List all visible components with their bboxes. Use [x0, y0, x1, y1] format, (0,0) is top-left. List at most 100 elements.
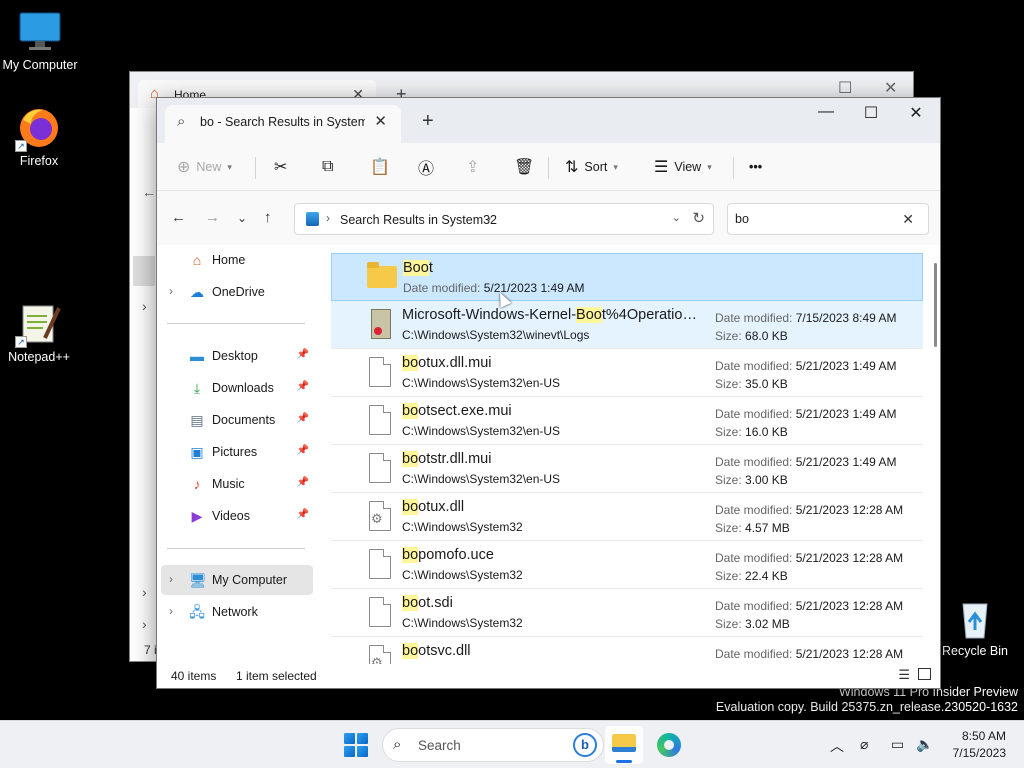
back-button[interactable]: ←	[171, 209, 186, 226]
sidebar-item-onedrive[interactable]: › ☁ OneDrive	[161, 277, 313, 307]
show-hidden-icons-icon[interactable]: ︿	[830, 736, 844, 756]
chevron-right-icon[interactable]: ›	[169, 604, 173, 618]
toolbar-divider	[548, 157, 549, 179]
sidebar-divider	[167, 323, 305, 324]
bing-icon[interactable]: b	[573, 733, 597, 757]
taskbar-file-explorer[interactable]	[605, 726, 643, 764]
display-icon[interactable]: ▭	[891, 736, 904, 753]
pin-icon[interactable]: 📌	[297, 477, 309, 488]
sidebar-item-label: Desktop	[212, 349, 258, 363]
sidebar-item-label: My Computer	[212, 573, 288, 587]
list-item[interactable]: bootsect.exe.mui C:\Windows\System32\en-…	[331, 397, 923, 445]
pin-icon[interactable]: 📌	[297, 413, 309, 424]
sidebar-item-label: Pictures	[212, 445, 258, 459]
close-tab-icon[interactable]: ✕	[374, 112, 387, 130]
search-value[interactable]: bo	[735, 212, 749, 226]
chevron-down-icon[interactable]: ⌄	[672, 211, 681, 224]
close-window-icon[interactable]: ✕	[884, 78, 897, 98]
tiles-view-icon[interactable]	[918, 668, 931, 680]
breadcrumb-search-results[interactable]: Search Results in System32	[340, 213, 497, 227]
rename-button[interactable]: Ⓐ	[418, 155, 434, 179]
sidebar-item-videos[interactable]: ▶ Videos 📌	[161, 501, 313, 531]
sidebar-item-downloads[interactable]: ⤓ Downloads 📌	[161, 373, 313, 403]
cut-button[interactable]: ✂	[274, 155, 287, 179]
tab-search-results[interactable]: ⌕ bo - Search Results in System32 ✕	[165, 105, 401, 143]
taskbar-search[interactable]: ⌕ Search b	[382, 728, 604, 762]
titlebar[interactable]: ⌕ bo - Search Results in System32 ✕ + — …	[157, 98, 940, 143]
minimize-button[interactable]: —	[811, 103, 841, 121]
start-button[interactable]	[344, 733, 368, 757]
file-path: C:\Windows\System32\en-US	[402, 376, 561, 390]
sidebar-item-network[interactable]: › 🖧 Network	[161, 597, 313, 627]
pin-icon[interactable]: 📌	[297, 509, 309, 520]
search-input[interactable]: bo ✕	[727, 203, 929, 235]
volume-icon[interactable]: 🔈	[916, 736, 933, 753]
sidebar-item-label: Downloads	[212, 381, 274, 395]
maximize-button[interactable]: ☐	[856, 103, 886, 123]
monitor-icon	[18, 10, 62, 54]
chevron-right-icon: ›	[142, 584, 147, 600]
pin-icon[interactable]: 📌	[297, 381, 309, 392]
list-item[interactable]: ⚙ bootux.dll C:\Windows\System32 Date mo…	[331, 493, 923, 541]
copy-icon: ⧉	[322, 158, 334, 175]
list-item[interactable]: bootstr.dll.mui C:\Windows\System32\en-U…	[331, 445, 923, 493]
file-date: Date modified: 5/21/2023 1:49 AM	[715, 455, 897, 469]
recent-locations-button[interactable]: ⌄	[237, 211, 247, 225]
paste-button[interactable]: 📋	[370, 155, 390, 179]
maximize-icon[interactable]: ☐	[838, 78, 852, 98]
file-name: bootstr.dll.mui	[402, 451, 492, 467]
taskbar: ⌕ Search b ︿ ⌀ ▭ 🔈 8:50 AM 7/15/2023	[0, 720, 1024, 768]
details-view-icon[interactable]: ☰	[898, 667, 910, 683]
plus-circle-icon: ⊕	[177, 159, 191, 176]
file-icon	[365, 597, 395, 629]
sidebar-item-home[interactable]: ⌂ Home	[161, 245, 313, 275]
sidebar-item-label: Music	[212, 477, 245, 491]
new-button[interactable]: ⊕ New ▾	[177, 155, 232, 179]
sidebar-item-label: Network	[212, 605, 258, 619]
pin-icon[interactable]: 📌	[297, 445, 309, 456]
sort-label: Sort	[584, 160, 608, 174]
firefox-icon: ↗	[15, 106, 61, 152]
sidebar-item-my-computer[interactable]: › 🖥 My Computer	[161, 565, 313, 595]
refresh-icon[interactable]: ↻	[692, 209, 705, 227]
delete-button[interactable]: 🗑	[514, 155, 534, 179]
chevron-right-icon[interactable]: ›	[169, 284, 173, 298]
up-button[interactable]: ↑	[264, 209, 272, 226]
breadcrumb-separator[interactable]: ›	[487, 211, 491, 225]
sort-button[interactable]: ⇅ Sort ▾	[565, 155, 618, 179]
clear-search-icon[interactable]: ✕	[902, 211, 914, 228]
desktop-icon-label: My Computer	[2, 58, 78, 72]
new-tab-button[interactable]: +	[422, 110, 434, 133]
network-disconnected-icon[interactable]: ⌀	[860, 736, 868, 753]
sidebar-item-desktop[interactable]: ▬ Desktop 📌	[161, 341, 313, 371]
list-item[interactable]: Microsoft-Windows-Kernel-Boot%4Operation…	[331, 301, 923, 349]
list-item[interactable]: Boot Date modified: 5/21/2023 1:49 AM	[331, 253, 923, 301]
chevron-right-icon[interactable]: ›	[169, 572, 173, 586]
forward-button[interactable]: →	[205, 209, 220, 226]
list-item[interactable]: bopomofo.uce C:\Windows\System32 Date mo…	[331, 541, 923, 589]
desktop-icon-firefox[interactable]: ↗ Firefox	[0, 106, 79, 168]
share-button[interactable]: ⇪	[466, 155, 479, 179]
download-icon: ⤓	[193, 380, 201, 396]
close-button[interactable]: ✕	[901, 103, 931, 123]
list-item[interactable]: boot.sdi C:\Windows\System32 Date modifi…	[331, 589, 923, 637]
pin-icon[interactable]: 📌	[297, 349, 309, 360]
view-button[interactable]: ☰ View ▾	[654, 155, 712, 179]
more-options-button[interactable]: •••	[749, 155, 762, 179]
clock-time: 8:50 AM	[961, 729, 1006, 743]
desktop-icon-notepadpp[interactable]: ↗ Notepad++	[0, 302, 79, 364]
sidebar-item-music[interactable]: ♪ Music 📌	[161, 469, 313, 499]
taskbar-clock[interactable]: 8:50 AM 7/15/2023	[953, 728, 1006, 762]
desktop-icon-my-computer[interactable]: My Computer	[0, 10, 80, 72]
explorer-window[interactable]: ⌕ bo - Search Results in System32 ✕ + — …	[156, 97, 941, 689]
list-item[interactable]: ⚙ bootsvc.dll Date modified: 5/21/2023 1…	[331, 637, 923, 667]
sidebar-item-pictures[interactable]: ▣ Pictures 📌	[161, 437, 313, 467]
sidebar-item-documents[interactable]: ▤ Documents 📌	[161, 405, 313, 435]
list-item[interactable]: bootux.dll.mui C:\Windows\System32\en-US…	[331, 349, 923, 397]
dll-file-icon: ⚙	[365, 501, 395, 533]
desktop-icon-recycle-bin[interactable]: Recycle Bin	[935, 596, 1015, 658]
vertical-scrollbar[interactable]	[934, 263, 937, 347]
copy-button[interactable]: ⧉	[322, 155, 333, 179]
address-bar[interactable]: › Search Results in System32 › ⌄ ↻	[294, 203, 714, 235]
taskbar-edge[interactable]	[650, 726, 688, 764]
